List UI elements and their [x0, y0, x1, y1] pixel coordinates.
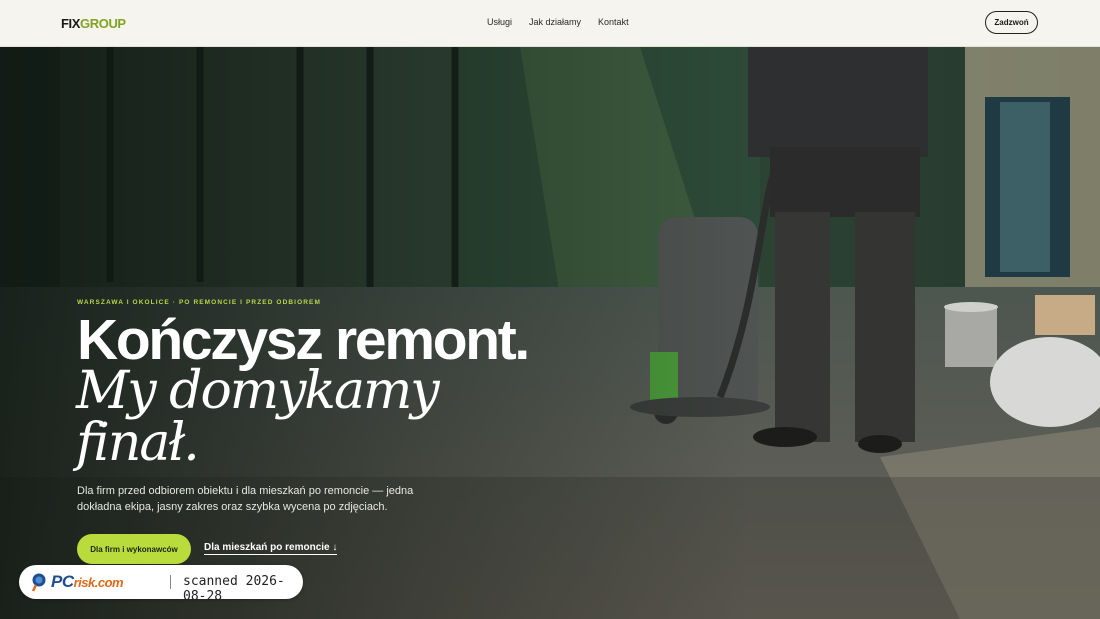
hero-section: WARSZAWA I OKOLICE · PO REMONCIE I PRZED… — [0, 47, 1100, 619]
nav-link-uslugi[interactable]: Usługi — [487, 17, 512, 27]
main-nav: Usługi Jak działamy Kontakt — [487, 17, 646, 27]
stamp-brand-pc: PC — [51, 572, 74, 591]
stamp-brand: PCrisk.com — [31, 572, 124, 592]
scan-stamp: PCrisk.com scanned 2026-08-28 — [19, 565, 303, 604]
stamp-divider — [170, 575, 171, 589]
hero-title-line2: My domykamy finał. — [76, 361, 440, 473]
nav-link-jak-dzialamy[interactable]: Jak działamy — [529, 17, 581, 27]
hero-eyebrow: WARSZAWA I OKOLICE · PO REMONCIE I PRZED… — [77, 299, 321, 306]
nav-link-kontakt[interactable]: Kontakt — [598, 17, 629, 27]
logo[interactable]: FIXGROUP — [61, 16, 126, 31]
call-button[interactable]: Zadzwoń — [985, 11, 1038, 34]
stamp-scanned-text: scanned 2026-08-28 — [183, 574, 285, 604]
stamp-brand-suffix: risk.com — [73, 575, 124, 590]
hero-lead-text: Dla firm przed odbiorem obiektu i dla mi… — [77, 485, 414, 513]
cta-apartments-link[interactable]: Dla mieszkań po remoncie ↓ — [204, 542, 338, 555]
logo-text-group: GROUP — [80, 16, 126, 31]
magnifier-logo-icon — [31, 573, 46, 592]
site-header: FIXGROUP Usługi Jak działamy Kontakt Zad… — [0, 0, 1100, 47]
logo-text-fix: FIX — [61, 16, 81, 31]
cta-business-button[interactable]: Dla firm i wykonawców — [77, 534, 191, 564]
